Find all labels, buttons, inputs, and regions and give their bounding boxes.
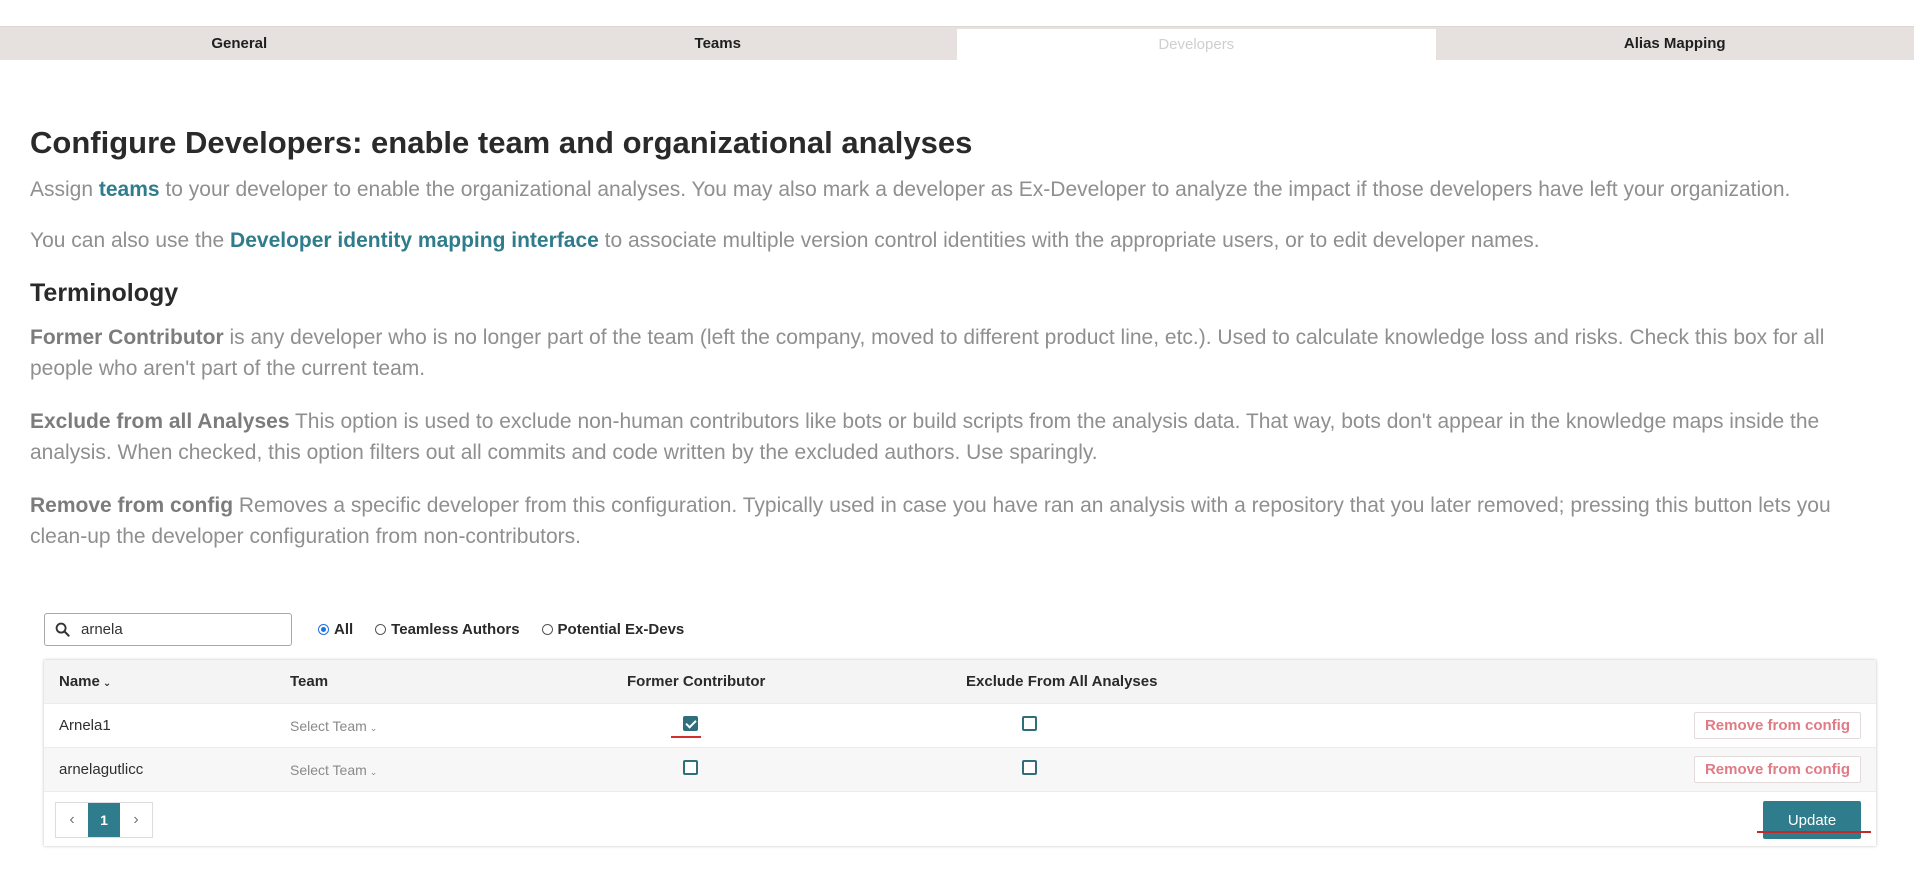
mapping-paragraph: You can also use the Developer identity … (30, 229, 1540, 252)
teams-link[interactable]: teams (99, 178, 160, 201)
chevron-right-icon: › (133, 811, 139, 828)
radio-teamless-label: Teamless Authors (391, 620, 520, 638)
search-icon (55, 622, 70, 637)
identity-mapping-link[interactable]: Developer identity mapping interface (230, 229, 599, 252)
radio-potential-label: Potential Ex-Devs (557, 620, 685, 638)
remove-from-config-button[interactable]: Remove from config (1693, 756, 1861, 783)
main-content: Configure Developers: enable team and or… (30, 118, 1890, 552)
exclude-description: Exclude from all Analyses This option is… (30, 410, 1820, 464)
prev-page-button[interactable]: ‹ (56, 803, 88, 837)
chevron-left-icon: ‹ (69, 811, 75, 828)
page-title: Configure Developers: enable team and or… (30, 125, 973, 160)
radio-teamless-authors[interactable]: Teamless Authors (375, 620, 520, 638)
header-team: Team (290, 673, 329, 690)
header-name[interactable]: Name ⌄ (59, 673, 111, 690)
page-number-button[interactable]: 1 (88, 803, 120, 837)
next-page-button[interactable]: › (120, 803, 152, 837)
former-contributor-checkbox[interactable] (683, 760, 698, 775)
annotation-strike (1757, 831, 1871, 833)
table-row: Arnela1 Select Team ⌄ Remove from config (44, 703, 1876, 747)
action-cell: Remove from config (1693, 756, 1861, 783)
exclude-cell (1022, 760, 1037, 779)
intro-paragraph: Assign teams to your developer to enable… (30, 178, 1791, 201)
search-box (44, 612, 292, 646)
radio-all-indicator[interactable] (318, 623, 329, 635)
radio-all-label: All (334, 620, 354, 638)
chevron-down-icon: ⌄ (369, 722, 378, 733)
tab-teams[interactable]: Teams (479, 27, 958, 60)
tab-alias-mapping[interactable]: Alias Mapping (1436, 27, 1914, 60)
author-filter-radios: All Teamless Authors Potential Ex-Devs (318, 621, 706, 638)
remove-from-config-button[interactable]: Remove from config (1693, 712, 1861, 739)
developer-name: Arnela1 (59, 717, 111, 734)
former-contributor-cell (683, 716, 698, 735)
annotation-underline (671, 736, 701, 738)
search-input[interactable] (79, 619, 283, 639)
radio-all[interactable]: All (318, 621, 353, 638)
action-cell: Remove from config (1693, 712, 1861, 739)
former-contributor-description: Former Contributor is any developer who … (30, 326, 1825, 380)
select-team-dropdown[interactable]: Select Team ⌄ (290, 762, 377, 778)
developers-table: Name ⌄ Team Former Contributor Exclude Fr… (44, 660, 1876, 846)
former-contributor-cell (683, 760, 698, 779)
tab-bar: General Teams Developers Alias Mapping (0, 26, 1914, 60)
exclude-checkbox[interactable] (1022, 716, 1037, 731)
select-team-dropdown[interactable]: Select Team ⌄ (290, 718, 377, 734)
table-footer: ‹ 1 › Update (44, 791, 1876, 848)
table-row: arnelagutlicc Select Team ⌄ Remove from c… (44, 747, 1876, 791)
chevron-down-icon: ⌄ (369, 766, 378, 777)
remove-description: Remove from config Removes a specific de… (30, 494, 1831, 548)
exclude-cell (1022, 716, 1037, 735)
exclude-checkbox[interactable] (1022, 760, 1037, 775)
radio-teamless-indicator[interactable] (375, 623, 387, 635)
filter-row: All Teamless Authors Potential Ex-Devs (44, 611, 706, 647)
header-exclude: Exclude From All Analyses (966, 673, 1158, 690)
terminology-heading: Terminology (30, 279, 179, 307)
pagination: ‹ 1 › (55, 802, 153, 838)
header-former-contributor: Former Contributor (627, 673, 766, 690)
tab-developers[interactable]: Developers (957, 29, 1436, 60)
table-header: Name ⌄ Team Former Contributor Exclude Fr… (44, 660, 1876, 703)
former-contributor-checkbox[interactable] (683, 716, 698, 731)
radio-potential-ex-devs[interactable]: Potential Ex-Devs (541, 620, 685, 638)
chevron-down-icon: ⌄ (102, 678, 112, 689)
radio-potential-indicator[interactable] (541, 623, 553, 635)
developer-name: arnelagutlicc (59, 761, 144, 778)
update-button[interactable]: Update (1763, 801, 1861, 839)
tab-general[interactable]: General (0, 27, 479, 60)
